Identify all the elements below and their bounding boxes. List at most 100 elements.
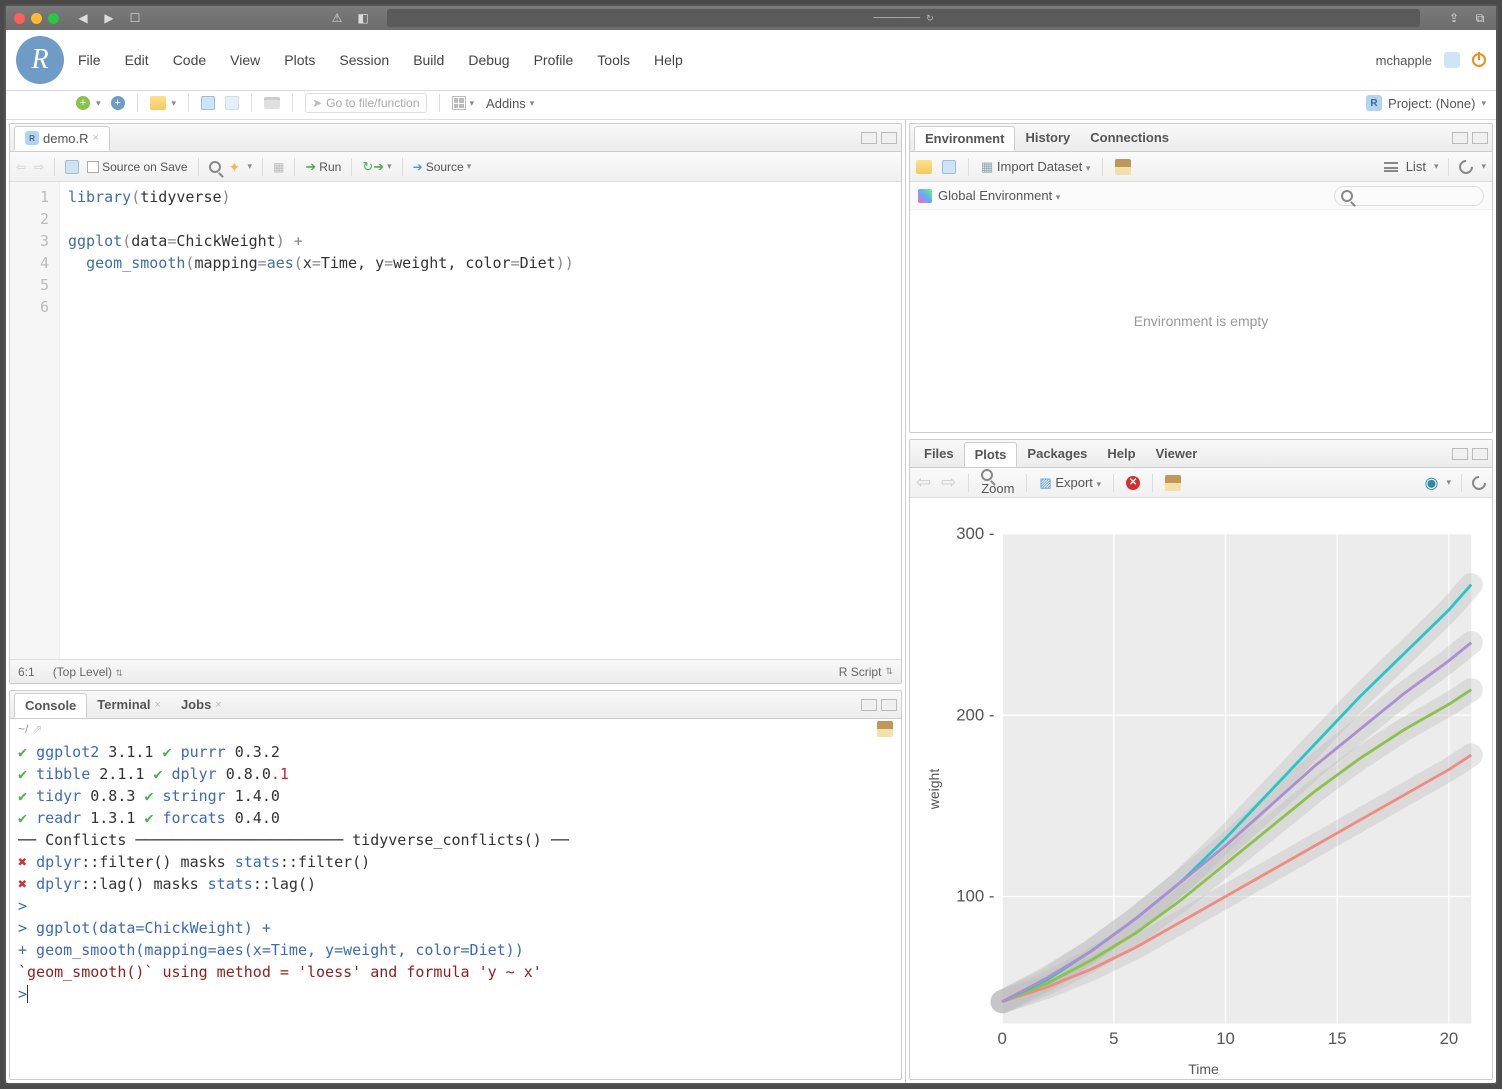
zoom-window-icon[interactable] [48,13,59,24]
tab-terminal[interactable]: Terminal× [87,693,171,716]
signout-icon[interactable] [1444,52,1460,68]
addins-menu[interactable]: Addins [486,96,526,111]
find-icon[interactable] [209,161,221,173]
minimize-pane-icon[interactable] [861,699,877,711]
refresh-env-icon[interactable] [1457,157,1477,177]
menu-item-build[interactable]: Build [413,52,444,68]
code-editor[interactable]: library(tidyverse) ggplot(data=ChickWeig… [60,182,901,659]
menu-item-session[interactable]: Session [339,52,389,68]
clear-workspace-icon[interactable] [1115,159,1131,175]
publish-plot-icon[interactable]: ◉ [1425,473,1439,493]
menu-item-plots[interactable]: Plots [284,52,315,68]
next-plot-icon[interactable]: ⇨ [941,472,956,493]
view-mode-label[interactable]: List [1406,159,1426,174]
share-icon[interactable]: ⇪ [1446,10,1462,26]
maximize-pane-icon[interactable] [881,699,897,711]
quit-session-icon[interactable] [1472,53,1486,67]
tab-environment[interactable]: Environment [914,126,1015,151]
save-all-icon[interactable] [225,96,239,110]
tab-jobs[interactable]: Jobs× [171,693,232,716]
maximize-pane-icon[interactable] [1472,132,1488,144]
env-scope-selector[interactable]: Global Environment ▾ [938,188,1060,203]
zoom-icon [981,469,993,481]
nav-source-fwd-icon[interactable]: ⇨ [34,160,44,174]
tab-connections[interactable]: Connections [1080,126,1179,149]
console-share-icon[interactable]: ⇗ [32,722,42,736]
source-filename: demo.R [43,131,89,146]
menu-item-code[interactable]: Code [173,52,206,68]
tab-plots[interactable]: Plots [964,442,1018,467]
save-workspace-icon[interactable] [942,160,956,174]
save-source-icon[interactable] [65,160,79,174]
run-button[interactable]: ➔Run [305,159,341,175]
minimize-window-icon[interactable] [31,13,42,24]
zoom-button[interactable]: Zoom [981,469,1014,496]
export-button[interactable]: ▨ Export ▾ [1039,475,1101,491]
load-workspace-icon[interactable] [916,160,932,174]
plots-pane: FilesPlotsPackagesHelpViewer ⇦ ⇨ Zoom ▨ … [909,439,1493,1080]
minimize-pane-icon[interactable] [1452,132,1468,144]
menu-item-edit[interactable]: Edit [125,52,149,68]
tab-history[interactable]: History [1015,126,1080,149]
rstudio-logo: R [16,36,64,84]
search-icon [1341,190,1353,202]
source-label: Source [426,160,464,174]
console-output[interactable]: ✔ ggplot2 3.1.1 ✔ purrr 0.3.2✔ tibble 2.… [10,739,901,1079]
tab-files[interactable]: Files [914,442,964,465]
menu-item-profile[interactable]: Profile [534,52,574,68]
tab-viewer[interactable]: Viewer [1146,442,1208,465]
svg-text:15: 15 [1328,1029,1347,1048]
tab-help[interactable]: Help [1097,442,1145,465]
x-axis-label: Time [1188,1061,1219,1077]
filetype-selector[interactable]: R Script ⇅ [839,665,893,679]
code-tools-icon[interactable] [229,159,245,175]
new-file-icon[interactable]: + [76,96,90,110]
pane-layout-icon[interactable] [452,96,466,110]
nav-source-back-icon[interactable]: ⇦ [16,160,26,174]
traffic-lights[interactable] [14,13,59,24]
maximize-pane-icon[interactable] [881,132,897,144]
rerun-icon[interactable]: ↻➔▾ [362,159,391,175]
prev-plot-icon[interactable]: ⇦ [916,472,931,493]
maximize-pane-icon[interactable] [1472,448,1488,460]
source-button[interactable]: ➔Source▾ [413,160,472,174]
close-tab-icon[interactable]: × [93,132,99,144]
list-view-icon[interactable] [1384,162,1398,172]
new-project-icon[interactable]: + [111,96,125,110]
import-dataset-button[interactable]: ▦ Import Dataset ▾ [981,159,1090,175]
remove-plot-icon[interactable]: ✕ [1126,476,1140,490]
open-file-icon[interactable] [150,96,166,110]
clear-plots-icon[interactable] [1165,475,1181,491]
go-to-file-input[interactable]: ➤ Go to file/function [305,93,426,113]
clear-console-icon[interactable] [877,721,893,737]
svg-text:300 -: 300 - [956,524,994,543]
close-window-icon[interactable] [14,13,25,24]
scope-selector[interactable]: (Top Level) ⇅ [53,665,123,679]
chart-svg: 05101520100 -200 -300 - [930,508,1493,1075]
nav-forward-icon[interactable]: ▶ [101,10,117,26]
minimize-pane-icon[interactable] [1452,448,1468,460]
env-search-input[interactable] [1334,186,1484,206]
menu-item-view[interactable]: View [230,52,260,68]
menu-item-file[interactable]: File [78,52,101,68]
minimize-pane-icon[interactable] [861,132,877,144]
project-label[interactable]: Project: (None) [1388,96,1475,111]
sidebar-toggle-icon[interactable]: ☐ [127,10,143,26]
menu-item-debug[interactable]: Debug [468,52,509,68]
tab-console[interactable]: Console [14,693,87,718]
tabs-icon[interactable]: ⧉ [1472,10,1488,26]
menu-item-tools[interactable]: Tools [597,52,630,68]
source-tab[interactable]: R demo.R × [14,126,110,151]
source-on-save-checkbox[interactable]: Source on Save [87,160,187,174]
menu-item-help[interactable]: Help [654,52,683,68]
save-icon[interactable] [201,96,215,110]
tab-packages[interactable]: Packages [1017,442,1097,465]
line-gutter: 123456 [10,182,60,659]
nav-back-icon[interactable]: ◀ [75,10,91,26]
refresh-plot-icon[interactable] [1469,473,1489,493]
compile-report-icon[interactable]: ▦ [273,160,284,174]
console-pane: ConsoleTerminal×Jobs× ~/ ⇗ ✔ ggplot2 3.1… [9,690,902,1080]
print-icon[interactable] [264,97,280,109]
address-bar[interactable]: ──────↻ [387,9,1420,27]
svg-text:10: 10 [1216,1029,1235,1048]
